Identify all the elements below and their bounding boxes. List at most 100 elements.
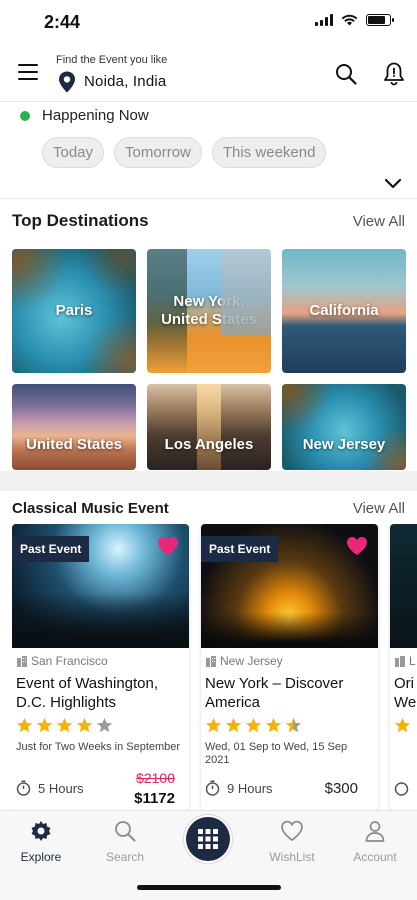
chip-tomorrow[interactable]: Tomorrow [114, 137, 202, 168]
search-icon [115, 821, 136, 842]
building-icon [395, 656, 405, 667]
star-icon [265, 717, 282, 733]
nav-search[interactable]: Search [90, 819, 160, 864]
location-caption: Find the Event you like [56, 54, 168, 66]
past-event-badge: Past Event [201, 536, 279, 562]
grid-icon [198, 829, 218, 849]
event-title: Event of Washington, D.C. Highlights [16, 675, 159, 711]
search-icon[interactable] [334, 62, 358, 86]
heart-icon[interactable] [157, 536, 179, 556]
destination-tile-california[interactable]: California [282, 249, 406, 373]
event-card[interactable]: Past Event New Jersey New York – Discove… [201, 524, 378, 810]
event-city: San Francisco [16, 654, 185, 668]
destination-label: Los Angeles [164, 436, 254, 453]
heart-outline-icon [281, 820, 303, 842]
status-icons [315, 14, 394, 26]
event-duration: 5 Hours [38, 781, 84, 796]
destination-label: Paris [55, 302, 93, 319]
destination-tile-united-states[interactable]: United States [12, 384, 136, 470]
nav-explore[interactable]: Explore [6, 819, 76, 864]
destinations-grid: Paris New York, United States California… [12, 249, 406, 470]
section-divider [0, 471, 417, 491]
star-rating [394, 717, 417, 735]
nav-label: Account [353, 850, 397, 864]
happening-now-section: Happening Now Today Tomorrow This weeken… [0, 103, 417, 199]
event-city: New Jersey [205, 654, 374, 668]
home-indicator[interactable] [137, 885, 281, 890]
status-bar: 2:44 [0, 0, 417, 46]
star-icon [225, 717, 242, 733]
event-city-label: L [409, 654, 416, 668]
star-icon [56, 717, 73, 733]
timer-icon [205, 780, 220, 796]
destination-tile-paris[interactable]: Paris [12, 249, 136, 373]
top-destinations-title: Top Destinations [12, 211, 149, 230]
notification-bell-icon[interactable] [382, 61, 406, 87]
menu-icon[interactable] [18, 64, 38, 80]
event-image: Past Event [201, 524, 378, 648]
star-icon [16, 717, 33, 733]
sale-price: $1172 [134, 790, 175, 807]
cellular-signal-icon [315, 14, 333, 26]
event-card[interactable]: L Ori We [390, 524, 417, 810]
chip-this-weekend[interactable]: This weekend [211, 137, 327, 168]
events-view-all-link[interactable]: View All [353, 500, 405, 517]
event-title-line: We [394, 694, 417, 711]
star-icon [36, 717, 53, 733]
battery-icon [366, 14, 394, 26]
location-selector[interactable]: Noida, India [84, 73, 166, 90]
nav-wishlist[interactable]: WishList [257, 819, 327, 864]
categories-grid-button[interactable] [186, 817, 230, 861]
event-dates: Just for Two Weeks in September [16, 741, 181, 753]
building-icon [206, 656, 216, 667]
event-title-line: Ori [394, 675, 414, 692]
app-header: Find the Event you like Noida, India [0, 46, 417, 102]
event-card[interactable]: Past Event San Francisco Event of Washin… [12, 524, 189, 810]
star-icon [76, 717, 93, 733]
heart-icon[interactable] [346, 536, 368, 556]
destination-tile-new-jersey[interactable]: New Jersey [282, 384, 406, 470]
wifi-icon [341, 14, 358, 26]
event-price: $300 [324, 780, 358, 797]
event-dates: Wed, 01 Sep to Wed, 15 Sep 2021 [205, 741, 348, 766]
destination-tile-new-york[interactable]: New York, United States [147, 249, 271, 373]
event-city: L [394, 654, 417, 668]
star-rating [16, 717, 185, 735]
event-city-label: San Francisco [31, 654, 108, 668]
event-title: New York – Discover America [205, 675, 344, 711]
location-pin-icon [59, 71, 75, 93]
event-image: Past Event [12, 524, 189, 648]
event-image [390, 524, 417, 648]
compass-gear-icon [31, 821, 51, 841]
nav-label: Search [105, 850, 145, 864]
destination-label: California [309, 302, 379, 319]
nav-label: Explore [20, 850, 62, 864]
destination-label: New Jersey [302, 436, 386, 453]
live-indicator-dot [20, 111, 30, 121]
star-icon [245, 717, 262, 733]
destinations-view-all-link[interactable]: View All [353, 213, 405, 230]
star-rating [205, 717, 374, 735]
chevron-down-icon[interactable] [384, 178, 402, 190]
user-icon [365, 821, 385, 842]
star-half-icon [285, 717, 302, 733]
star-icon [205, 717, 222, 733]
event-city-label: New Jersey [220, 654, 283, 668]
chip-today[interactable]: Today [42, 137, 105, 168]
nav-label: WishList [269, 850, 315, 864]
timer-icon [394, 782, 409, 796]
past-event-badge: Past Event [12, 536, 90, 562]
destination-label: United States [26, 436, 122, 453]
destination-label: New York, United States [161, 293, 257, 328]
status-time: 2:44 [44, 12, 81, 32]
destination-tile-los-angeles[interactable]: Los Angeles [147, 384, 271, 470]
nav-account[interactable]: Account [340, 819, 410, 864]
classical-music-title: Classical Music Event [12, 500, 169, 517]
star-icon [394, 717, 411, 733]
happening-now-label: Happening Now [42, 107, 149, 124]
event-title: Ori We [394, 674, 417, 712]
original-price: $2100 [136, 770, 175, 786]
event-duration: 9 Hours [227, 781, 273, 796]
star-empty-icon [96, 717, 113, 733]
time-filter-chips: Today Tomorrow This weekend [42, 137, 327, 168]
